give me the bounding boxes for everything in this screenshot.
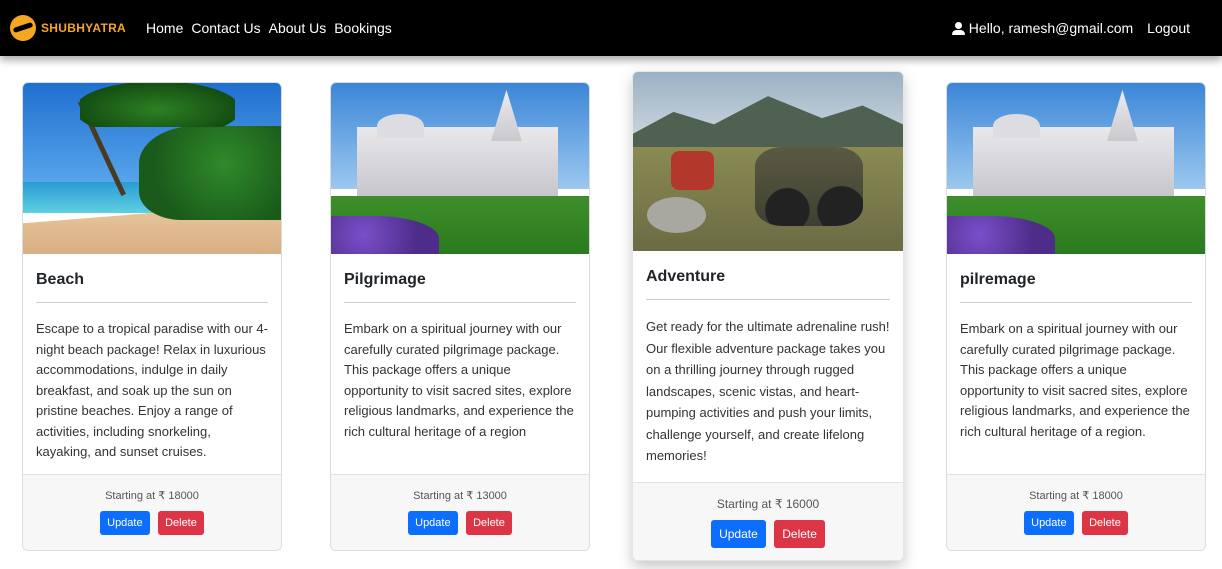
delete-button[interactable]: Delete [774,520,825,548]
delete-button[interactable]: Delete [158,511,204,535]
top-navbar: SHUBHYATRA Home Contact Us About Us Book… [0,0,1222,56]
card-image-pilgrimage [331,83,589,254]
update-button[interactable]: Update [408,511,458,535]
card-price: Starting at ₹ 18000 [1029,490,1123,502]
card-description: Embark on a spiritual journey with our c… [344,321,574,439]
package-card-beach: Beach Escape to a tropical paradise with… [22,82,282,551]
nav-link-home[interactable]: Home [146,20,183,36]
brand-logo-link[interactable]: SHUBHYATRA [10,15,126,41]
card-title: Adventure [646,268,726,285]
nav-link-contact-us[interactable]: Contact Us [191,20,260,36]
update-button[interactable]: Update [100,511,150,535]
package-card-adventure: Adventure Get ready for the ultimate adr… [632,71,904,561]
card-title: Pilgrimage [344,271,426,288]
brand-name: SHUBHYATRA [41,21,127,35]
update-button[interactable]: Update [711,520,766,548]
card-price: Starting at ₹ 13000 [413,490,507,502]
user-greeting: Hello, ramesh@gmail.com [968,20,1134,36]
nav-link-about-us[interactable]: About Us [269,20,327,36]
card-price: Starting at ₹ 18000 [105,490,199,502]
card-divider [344,302,576,303]
brand-logo-icon [10,15,36,41]
card-footer: Starting at ₹ 13000 Update Delete [331,474,589,550]
card-divider [646,299,890,300]
card-title: Beach [36,271,85,288]
delete-button[interactable]: Delete [1082,511,1128,535]
user-area: Hello, ramesh@gmail.com Logout [951,20,1190,36]
card-description: Embark on a spiritual journey with our c… [960,321,1190,439]
package-card-pilremage: pilremage Embark on a spiritual journey … [946,82,1206,551]
card-description: Get ready for the ultimate adrenaline ru… [646,319,890,463]
card-footer: Starting at ₹ 18000 Update Delete [23,474,281,550]
card-image-pilremage [947,83,1205,254]
package-card-pilgrimage: Pilgrimage Embark on a spiritual journey… [330,82,590,551]
card-image-beach [23,83,281,254]
logout-link[interactable]: Logout [1147,20,1190,36]
user-icon [951,21,965,35]
card-footer: Starting at ₹ 16000 Update Delete [633,482,903,560]
card-divider [960,302,1192,303]
delete-button[interactable]: Delete [466,511,512,535]
update-button[interactable]: Update [1024,511,1074,535]
card-description: Escape to a tropical paradise with our 4… [36,321,268,459]
card-price: Starting at ₹ 16000 [716,497,820,511]
card-divider [36,302,268,303]
card-footer: Starting at ₹ 18000 Update Delete [947,474,1205,550]
card-image-adventure [633,72,903,251]
nav-link-bookings[interactable]: Bookings [334,20,392,36]
card-title: pilremage [960,271,1036,288]
